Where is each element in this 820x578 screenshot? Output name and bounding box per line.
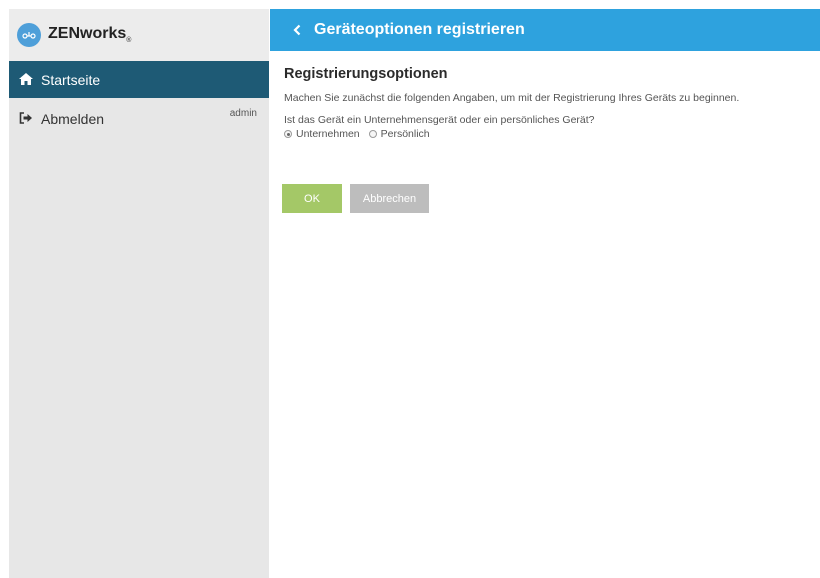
chevron-left-icon[interactable]: [292, 23, 306, 37]
brand-registered-mark: ®: [126, 37, 132, 45]
radio-persoenlich[interactable]: [368, 130, 377, 138]
sidebar-item-label: Abmelden: [41, 110, 105, 127]
brand-name: ZENworks®: [48, 25, 132, 45]
device-type-question: Ist das Gerät ein Unternehmensgerät oder…: [284, 114, 595, 126]
radio-unternehmen[interactable]: [284, 130, 292, 138]
intro-text: Machen Sie zunächst die folgenden Angabe…: [284, 92, 740, 104]
main-content: Registrierungsoptionen Machen Sie zunäch…: [284, 66, 814, 140]
sidebar-item-startseite[interactable]: Startseite: [9, 61, 269, 98]
ok-button[interactable]: OK: [282, 184, 342, 213]
sidebar-item-label: Startseite: [41, 71, 101, 88]
brand-header: ZENworks®: [9, 9, 269, 61]
form-actions: OK Abbrechen: [282, 184, 429, 213]
home-icon: [19, 72, 33, 88]
section-title: Registrierungsoptionen: [284, 66, 448, 82]
radio-option-persoenlich[interactable]: Persönlich: [368, 128, 430, 140]
radio-label: Unternehmen: [296, 128, 360, 140]
radio-label: Persönlich: [380, 128, 430, 140]
radio-option-unternehmen[interactable]: Unternehmen: [284, 128, 360, 140]
sign-out-icon: [19, 111, 33, 127]
page-title: Geräteoptionen registrieren: [314, 21, 525, 38]
cancel-button[interactable]: Abbrechen: [350, 184, 429, 213]
sidebar-item-abmelden[interactable]: Abmelden admin: [9, 100, 269, 137]
zenworks-logo-icon: [17, 23, 41, 47]
page-header: Geräteoptionen registrieren: [270, 9, 820, 51]
username-label: admin: [229, 108, 257, 119]
sidebar: ZENworks® Startseite Abmelden admin: [9, 9, 269, 578]
device-type-radio-group: Unternehmen Persönlich: [284, 128, 814, 140]
